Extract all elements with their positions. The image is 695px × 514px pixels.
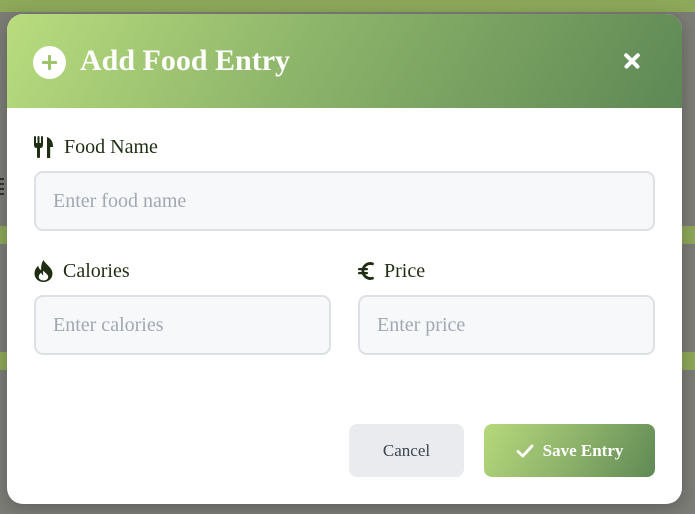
food-name-input[interactable] xyxy=(34,171,655,231)
price-label: Price xyxy=(358,258,425,284)
food-name-label-text: Food Name xyxy=(64,135,158,158)
euro-icon xyxy=(358,262,374,280)
calories-input[interactable] xyxy=(34,295,331,355)
check-icon xyxy=(516,444,534,457)
background-list-icon xyxy=(0,178,4,196)
food-name-label: Food Name xyxy=(34,134,158,160)
plus-circle-icon xyxy=(33,46,66,79)
modal-title: Add Food Entry xyxy=(80,44,291,77)
price-input[interactable] xyxy=(358,295,655,355)
utensils-icon xyxy=(34,136,53,158)
add-food-entry-modal: Add Food Entry Food Name Calories Price xyxy=(7,14,682,504)
save-entry-label: Save Entry xyxy=(542,440,624,460)
modal-header: Add Food Entry xyxy=(7,14,682,108)
calories-label-text: Calories xyxy=(63,259,130,282)
fire-icon xyxy=(34,260,53,282)
calories-label: Calories xyxy=(34,258,130,284)
save-entry-button[interactable]: Save Entry xyxy=(484,424,655,477)
close-icon[interactable] xyxy=(621,50,643,72)
cancel-button[interactable]: Cancel xyxy=(349,424,464,477)
price-label-text: Price xyxy=(384,259,426,282)
background-header-strip xyxy=(0,0,695,12)
